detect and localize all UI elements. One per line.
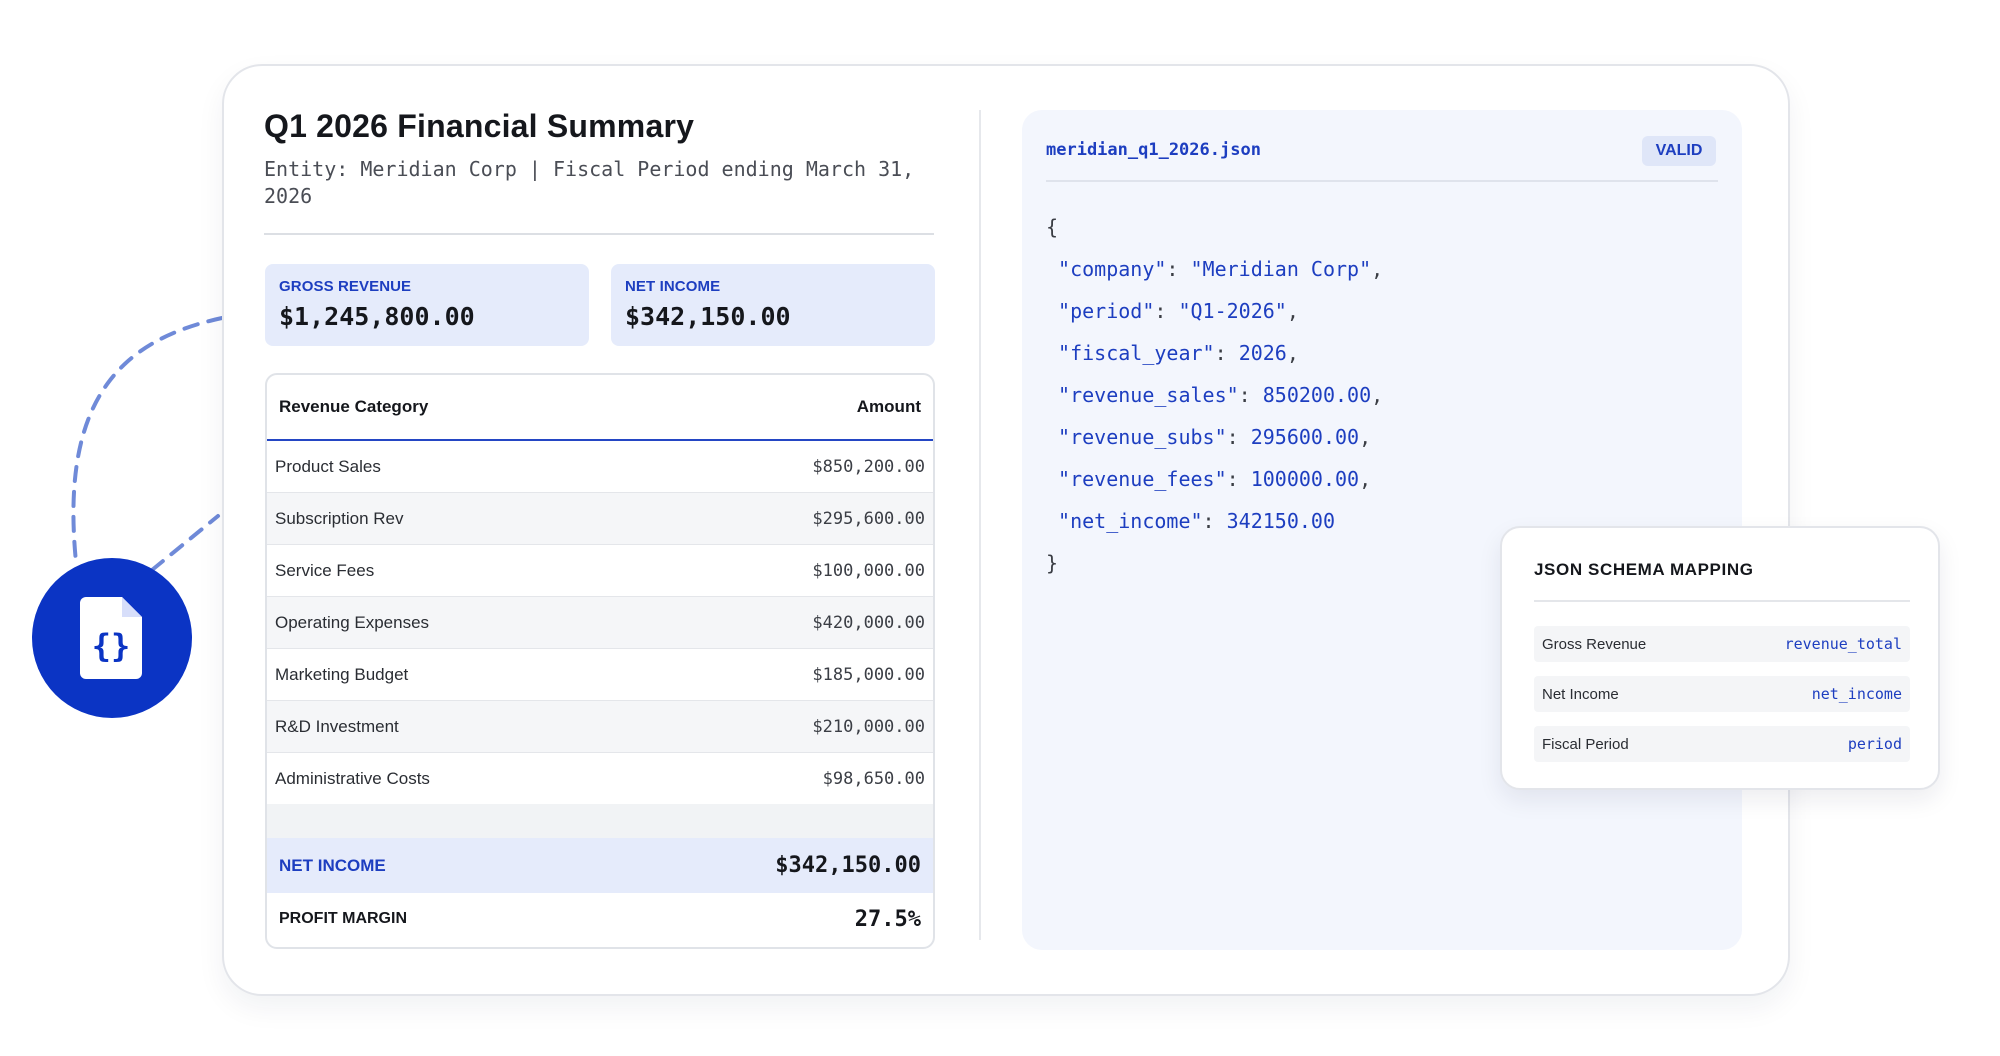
valid-status-badge: VALID xyxy=(1642,136,1716,166)
json-badge: {} xyxy=(32,558,192,718)
kpi-gross-revenue: GROSS REVENUE $1,245,800.00 xyxy=(265,264,589,346)
table-row[interactable]: Service Fees $100,000.00 xyxy=(267,545,933,597)
table-row[interactable]: Marketing Budget $185,000.00 xyxy=(267,649,933,701)
table-header: Revenue Category Amount xyxy=(267,375,933,441)
page-subtitle: Entity: Meridian Corp | Fiscal Period en… xyxy=(264,157,915,208)
row-category: Marketing Budget xyxy=(275,664,409,684)
json-line: "net_income": 342150.00 xyxy=(1058,509,1336,533)
mapping-row[interactable]: Gross Revenue revenue_total xyxy=(1534,626,1910,662)
json-line: "period": "Q1-2026", xyxy=(1058,299,1299,323)
row-category: R&D Investment xyxy=(275,716,399,736)
mapping-row[interactable]: Net Income net_income xyxy=(1534,676,1910,712)
kpi-net-income: NET INCOME $342,150.00 xyxy=(611,264,935,346)
json-line: "fiscal_year": 2026, xyxy=(1058,341,1299,365)
row-amount: $185,000.00 xyxy=(812,664,925,685)
row-category: Product Sales xyxy=(275,456,381,476)
row-amount: $850,200.00 xyxy=(812,456,925,477)
json-line: "company": "Meridian Corp", xyxy=(1058,257,1384,281)
title-divider xyxy=(264,233,934,235)
revenue-table: Revenue Category Amount Product Sales $8… xyxy=(265,373,935,949)
json-file-icon: {} xyxy=(80,597,142,679)
json-line: "revenue_subs": 295600.00, xyxy=(1058,425,1372,449)
row-amount: $100,000.00 xyxy=(812,560,925,581)
mapping-label: Fiscal Period xyxy=(1542,735,1629,753)
mapping-divider xyxy=(1534,600,1910,602)
row-category: Administrative Costs xyxy=(275,768,430,788)
net-income-value: $342,150.00 xyxy=(775,853,921,878)
row-category: Service Fees xyxy=(275,560,375,580)
table-row[interactable]: Subscription Rev $295,600.00 xyxy=(267,493,933,545)
kpi-label: NET INCOME xyxy=(625,278,721,295)
row-amount: $420,000.00 xyxy=(812,612,925,633)
kpi-value: $342,150.00 xyxy=(625,302,791,331)
table-row[interactable]: Product Sales $850,200.00 xyxy=(267,441,933,493)
json-code-body[interactable]: { "company": "Meridian Corp", "period": … xyxy=(1046,206,1383,584)
mapping-label: Gross Revenue xyxy=(1542,635,1647,653)
row-amount: $210,000.00 xyxy=(812,716,925,737)
mapping-field: period xyxy=(1847,735,1902,753)
kpi-value: $1,245,800.00 xyxy=(279,302,475,331)
table-row[interactable]: Operating Expenses $420,000.00 xyxy=(267,597,933,649)
mapping-row[interactable]: Fiscal Period period xyxy=(1534,726,1910,762)
kpi-label: GROSS REVENUE xyxy=(279,278,412,295)
mapping-field: revenue_total xyxy=(1784,635,1902,653)
table-row[interactable]: Administrative Costs $98,650.00 xyxy=(267,753,933,804)
panel-divider xyxy=(979,110,981,940)
page-title: Q1 2026 Financial Summary xyxy=(264,108,695,144)
profit-margin-label: PROFIT MARGIN xyxy=(279,910,407,927)
column-header-amount: Amount xyxy=(856,397,921,416)
profit-margin-value: 27.5% xyxy=(854,906,921,932)
net-income-label: NET INCOME xyxy=(279,855,386,875)
code-header-divider xyxy=(1046,180,1718,182)
json-line: "revenue_sales": 850200.00, xyxy=(1058,383,1384,407)
json-line: "revenue_fees": 100000.00, xyxy=(1058,467,1372,491)
json-open-brace: { xyxy=(1046,215,1059,239)
table-row[interactable]: R&D Investment $210,000.00 xyxy=(267,701,933,753)
row-amount: $98,650.00 xyxy=(822,768,925,789)
column-header-category: Revenue Category xyxy=(279,397,429,416)
row-amount: $295,600.00 xyxy=(812,508,925,529)
table-spacer xyxy=(267,804,933,838)
mapping-title: JSON SCHEMA MAPPING xyxy=(1534,560,1754,579)
mapping-field: net_income xyxy=(1811,685,1902,703)
json-close-brace: } xyxy=(1046,551,1059,575)
net-income-row: NET INCOME $342,150.00 xyxy=(267,838,933,893)
svg-text:{}: {} xyxy=(92,627,131,665)
row-category: Subscription Rev xyxy=(275,508,404,528)
json-filename[interactable]: meridian_q1_2026.json xyxy=(1046,140,1261,160)
row-category: Operating Expenses xyxy=(275,612,430,632)
mapping-label: Net Income xyxy=(1542,685,1619,703)
schema-mapping-card: JSON SCHEMA MAPPING Gross Revenue revenu… xyxy=(1500,526,1940,790)
profit-margin-row: PROFIT MARGIN 27.5% xyxy=(267,893,933,945)
